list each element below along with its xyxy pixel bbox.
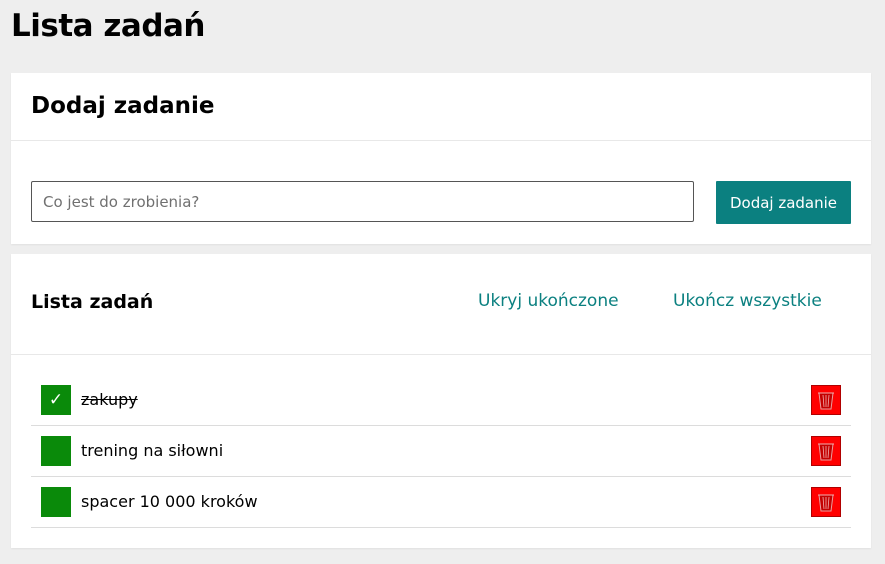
task-item: spacer 10 000 kroków — [31, 477, 851, 528]
new-task-input[interactable] — [31, 181, 694, 222]
task-list-card: Lista zadań Ukryj ukończone Ukończ wszys… — [11, 254, 871, 548]
task-list-heading: Lista zadań — [31, 291, 154, 313]
task-label: zakupy — [81, 390, 138, 409]
delete-task-button[interactable] — [811, 487, 841, 517]
delete-task-button[interactable] — [811, 385, 841, 415]
task-checkbox[interactable] — [41, 436, 71, 466]
page-title: Lista zadań — [11, 8, 206, 44]
divider — [11, 354, 871, 355]
trash-icon — [818, 443, 834, 461]
task-list: ✓ zakupy trening na siłowni spacer 10 00… — [31, 375, 851, 528]
task-checkbox[interactable]: ✓ — [41, 385, 71, 415]
complete-all-button[interactable]: Ukończ wszystkie — [673, 291, 822, 311]
delete-task-button[interactable] — [811, 436, 841, 466]
add-task-button[interactable]: Dodaj zadanie — [716, 181, 851, 224]
add-task-heading: Dodaj zadanie — [31, 93, 215, 119]
task-label: trening na siłowni — [81, 441, 224, 460]
hide-completed-button[interactable]: Ukryj ukończone — [478, 291, 619, 311]
divider — [11, 140, 871, 141]
add-task-card: Dodaj zadanie Dodaj zadanie — [11, 73, 871, 244]
task-label: spacer 10 000 kroków — [81, 492, 258, 511]
task-item: trening na siłowni — [31, 426, 851, 477]
task-item: ✓ zakupy — [31, 375, 851, 426]
task-checkbox[interactable] — [41, 487, 71, 517]
trash-icon — [818, 392, 834, 410]
trash-icon — [818, 494, 834, 512]
